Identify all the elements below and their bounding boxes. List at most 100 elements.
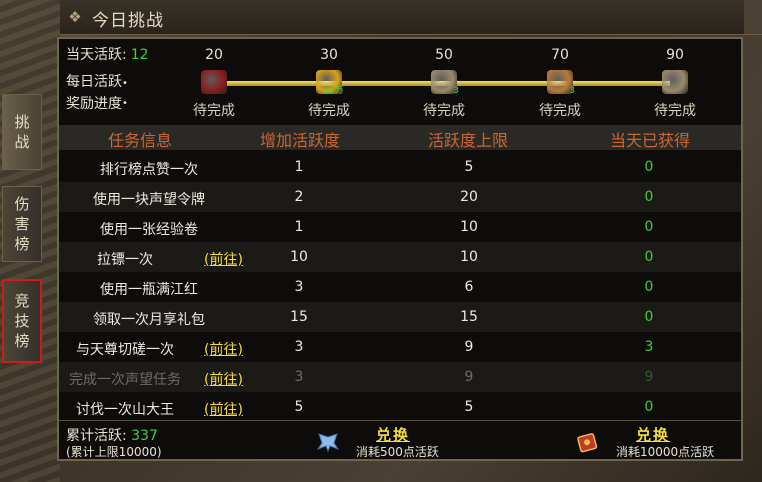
task-activity-limit: 5 [464,159,474,175]
reward-progress-label: 每日活跃• 奖励进度• [66,72,128,114]
task-name: 使用一张经验卷 [100,222,198,238]
item-pack-icon[interactable] [662,70,688,94]
tab-damage-rank-label-2: 害 [14,215,30,233]
footer-divider [59,420,741,421]
reward-dot-1: • [122,78,128,89]
blue-wings-icon [316,431,340,455]
task-add-activity: 10 [290,249,308,265]
table-row: 领取一次月享礼包 15 15 0 [59,302,741,332]
total-activity-label: 累计活跃: [66,428,127,444]
milestone-threshold: 30 [320,47,338,63]
milestone-status: 待完成 [539,103,581,119]
milestone-status: 待完成 [193,103,235,119]
task-add-activity: 15 [290,309,308,325]
tab-damage-rank-label-3: 榜 [14,235,30,253]
table-row: 讨伐一次山大王 (前往) 5 5 0 [59,392,741,422]
total-activity: 累计活跃: 337 [66,425,158,445]
task-add-activity: 3 [294,279,304,295]
task-activity-limit: 6 [464,279,474,295]
task-add-activity: 3 [294,339,304,355]
header-task-info: 任务信息 [107,131,172,150]
go-link[interactable]: (前往) [204,369,243,389]
tab-challenge-label-2: 战 [14,133,30,151]
scroll-pack-icon[interactable]: 3 [547,70,575,96]
milestone-status: 待完成 [654,103,696,119]
total-activity-value: 337 [131,428,158,444]
task-name: 拉镖一次 [97,252,153,268]
table-row: 使用一张经验卷 1 10 0 [59,212,741,242]
table-row: 与天尊切磋一次 (前往) 3 9 3 [59,332,741,362]
go-link[interactable]: (前往) [204,339,243,359]
title-bar-corner [744,0,762,34]
table-row: 排行榜点赞一次 1 5 0 [59,152,741,182]
milestone-threshold: 20 [205,47,223,63]
task-today-earned: 0 [644,399,654,415]
task-activity-limit: 9 [464,339,474,355]
tab-arena-rank-label-3: 榜 [14,332,30,350]
task-name: 排行榜点赞一次 [100,162,198,178]
gold-coins-icon[interactable]: 12万 [316,70,344,96]
task-activity-limit: 5 [464,399,474,415]
today-activity-label: 当天活跃: [66,47,127,63]
task-activity-limit: 10 [460,219,478,235]
task-activity-limit: 10 [460,249,478,265]
task-today-earned: 0 [644,219,654,235]
tab-arena-rank-label-1: 竞 [14,292,30,310]
tab-damage-rank-label-1: 伤 [14,195,30,213]
go-link[interactable]: (前往) [204,399,243,419]
today-activity: 当天活跃: 12 [66,44,149,64]
milestone-badge: 3 [569,86,575,96]
task-name: 完成一次声望任务 [69,372,181,388]
task-today-earned: 9 [644,369,654,385]
milestone-status: 待完成 [423,103,465,119]
task-activity-limit: 20 [460,189,478,205]
tab-arena-rank[interactable]: 竞 技 榜 [2,279,42,363]
exchange-button-2[interactable]: 兑换 [636,424,670,445]
exchange-cost-2: 消耗10000点活跃 [616,445,715,459]
task-today-earned: 0 [644,189,654,205]
tab-challenge-label-1: 挑 [14,113,30,131]
task-name: 讨伐一次山大王 [76,402,174,418]
today-activity-value: 12 [130,47,149,63]
exchange-button-1[interactable]: 兑换 [376,424,410,445]
tab-arena-rank-label-2: 技 [14,312,30,330]
header-add-activity: 增加活跃度 [259,131,340,150]
milestone-threshold: 70 [551,47,569,63]
table-row: 使用一块声望令牌 2 20 0 [59,182,741,212]
header-activity-limit: 活跃度上限 [427,131,508,150]
task-today-earned: 0 [644,309,654,325]
table-row: 拉镖一次 (前往) 10 10 0 [59,242,741,272]
task-add-activity: 3 [294,369,304,385]
task-name: 领取一次月享礼包 [93,312,205,328]
header-today-earned: 当天已获得 [609,131,690,150]
window-title: 今日挑战 [92,11,164,31]
money-bag-icon[interactable] [201,70,227,94]
milestone-threshold: 90 [666,47,684,63]
window-emblem-icon: ❖ [68,8,82,26]
reward-dot-2: • [122,98,128,109]
task-activity-limit: 9 [464,369,474,385]
title-bar [60,0,762,35]
task-today-earned: 3 [644,339,654,355]
task-activity-limit: 15 [460,309,478,325]
exchange-cost-1: 消耗500点活跃 [356,445,439,459]
task-add-activity: 5 [294,399,304,415]
reward-label-line1: 每日活跃 [66,74,122,90]
tab-challenge[interactable]: 挑 战 [2,94,42,170]
go-link[interactable]: (前往) [204,249,243,269]
table-row: 完成一次声望任务 (前往) 3 9 9 [59,362,741,392]
task-add-activity: 1 [294,159,304,175]
task-add-activity: 1 [294,219,304,235]
task-name: 与天尊切磋一次 [76,342,174,358]
tab-damage-rank[interactable]: 伤 害 榜 [2,186,42,262]
reward-label-line2: 奖励进度 [66,96,122,112]
item-pack-icon[interactable]: 3 [431,70,459,96]
milestone-threshold: 50 [435,47,453,63]
table-row: 使用一瓶满江红 3 6 0 [59,272,741,302]
milestone-status: 待完成 [308,103,350,119]
task-add-activity: 2 [294,189,304,205]
milestone-badge: 12万 [323,86,344,96]
task-today-earned: 0 [644,279,654,295]
milestone-badge: 3 [453,86,459,96]
red-book-icon [576,430,600,454]
